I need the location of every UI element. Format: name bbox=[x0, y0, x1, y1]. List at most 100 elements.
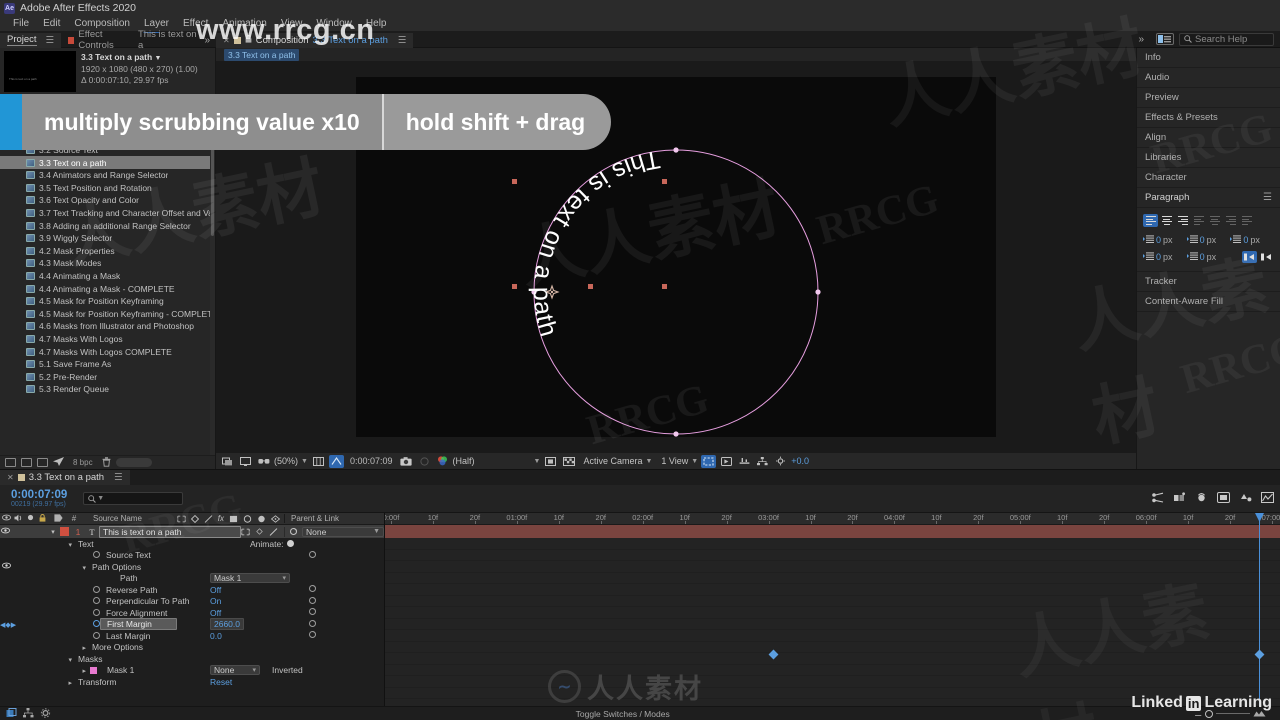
property-visibility-gutter[interactable]: ◀◆▶ bbox=[0, 620, 16, 629]
timeline-property-row[interactable]: ▾ Text Animate: bbox=[0, 538, 384, 550]
project-settings-icon[interactable] bbox=[37, 458, 48, 467]
layer-3d-icon[interactable] bbox=[241, 528, 250, 536]
timeline-track-row[interactable] bbox=[385, 619, 1280, 630]
timeline-track-row[interactable] bbox=[385, 665, 1280, 676]
project-comp-item[interactable]: 4.7 Masks With Logos COMPLETE bbox=[0, 345, 215, 358]
animate-menu-icon[interactable] bbox=[286, 540, 294, 548]
resolution-selector[interactable]: (Half) ▼ bbox=[453, 456, 541, 466]
property-value-cell[interactable]: 0.0 bbox=[210, 631, 222, 641]
project-comp-item[interactable]: 3.8 Adding an additional Range Selector bbox=[0, 219, 215, 232]
breadcrumb-comp[interactable]: 3.3 Text on a path bbox=[224, 48, 300, 61]
mask-color-swatch[interactable] bbox=[90, 666, 97, 674]
project-comp-item[interactable]: 3.7 Text Tracking and Character Offset a… bbox=[0, 207, 215, 220]
layer-quality-icon[interactable] bbox=[269, 527, 278, 536]
timeline-track-row[interactable] bbox=[385, 676, 1280, 688]
chevron-down-icon[interactable]: ▼ bbox=[301, 458, 308, 465]
timeline-track-row[interactable] bbox=[385, 607, 1280, 619]
timeline-property-row[interactable]: ▸ Transform Reset bbox=[0, 676, 384, 688]
menu-item-animation[interactable]: Animation bbox=[215, 16, 273, 31]
dock-panel-audio[interactable]: Audio bbox=[1137, 68, 1280, 88]
property-value-cell[interactable]: Reset bbox=[210, 677, 232, 687]
comp-mini-flowchart-icon[interactable] bbox=[1261, 491, 1274, 506]
view-layout-selector[interactable]: 1 View ▼ bbox=[661, 456, 698, 466]
parent-link-column[interactable]: Parent & Link bbox=[284, 514, 384, 523]
project-comp-item[interactable]: 4.7 Masks With Logos bbox=[0, 333, 215, 346]
close-icon[interactable]: ✕ bbox=[7, 473, 14, 482]
property-value[interactable]: Off bbox=[210, 585, 221, 595]
stopwatch-icon[interactable] bbox=[93, 608, 100, 616]
pixel-aspect-correction-icon[interactable] bbox=[701, 454, 717, 468]
timeline-property-row[interactable]: Perpendicular To Path On bbox=[0, 596, 384, 608]
tab-timeline-comp[interactable]: ✕ 3.3 Text on a path ☰ bbox=[0, 470, 130, 485]
menu-item-edit[interactable]: Edit bbox=[36, 16, 67, 31]
viewer-timecode[interactable]: 0:00:07:09 bbox=[347, 456, 396, 466]
project-comp-item[interactable]: 3.9 Wiggly Selector bbox=[0, 232, 215, 245]
timeline-property-row[interactable]: Source Text bbox=[0, 550, 384, 562]
magnification-selector[interactable]: (50%) ▼ bbox=[274, 456, 308, 466]
timeline-property-row[interactable]: Force Alignment Off bbox=[0, 607, 384, 619]
dock-panel-effects-presets[interactable]: Effects & Presets bbox=[1137, 108, 1280, 128]
project-comp-item[interactable]: 3.3 Text on a path bbox=[0, 156, 215, 169]
property-value-cell[interactable]: None ▾ Inverted bbox=[210, 665, 303, 676]
close-icon[interactable]: ✕ bbox=[223, 36, 230, 45]
mask-mode-dropdown[interactable]: None ▾ bbox=[210, 665, 260, 676]
frame-blending-icon[interactable] bbox=[1173, 491, 1186, 506]
workspace-layout-icon[interactable] bbox=[1156, 33, 1174, 45]
timeline-track-row[interactable] bbox=[385, 596, 1280, 607]
stopwatch-icon[interactable] bbox=[93, 597, 100, 605]
dock-panel-content-aware-fill[interactable]: Content-Aware Fill bbox=[1137, 292, 1280, 312]
chevron-down-icon[interactable]: ▼ bbox=[97, 495, 104, 502]
project-comp-item[interactable]: 4.4 Animating a Mask bbox=[0, 270, 215, 283]
project-comp-item[interactable]: 5.3 Render Queue bbox=[0, 383, 215, 396]
indent-value[interactable]: 0 bbox=[1200, 252, 1205, 262]
timeline-link-icon[interactable] bbox=[737, 455, 752, 468]
timeline-property-row[interactable]: Path Mask 1 ▾ bbox=[0, 573, 384, 585]
justify-last-left-icon[interactable] bbox=[1191, 214, 1206, 227]
project-comp-item[interactable]: 3.4 Animators and Range Selector bbox=[0, 169, 215, 182]
video-switch-icon[interactable] bbox=[0, 514, 12, 523]
property-pickwhip-icon[interactable] bbox=[308, 584, 317, 595]
timeline-track-row[interactable] bbox=[385, 653, 1280, 665]
timeline-property-row[interactable]: Last Margin 0.0 bbox=[0, 630, 384, 642]
panel-menu-icon[interactable]: ☰ bbox=[114, 472, 123, 483]
new-composition-icon[interactable] bbox=[5, 458, 16, 467]
timeline-property-row[interactable]: ▾ Masks bbox=[0, 653, 384, 665]
chevron-down-icon[interactable]: ▼ bbox=[155, 55, 162, 62]
layer-collapse-icon[interactable] bbox=[256, 528, 263, 535]
render-settings-icon[interactable] bbox=[40, 707, 51, 720]
interpret-footage-icon[interactable] bbox=[53, 457, 64, 468]
tab-composition[interactable]: ✕ Composition 3.3 Text on a path ☰ bbox=[216, 32, 414, 48]
always-preview-icon[interactable] bbox=[220, 455, 235, 468]
exposure-value[interactable]: +0.0 bbox=[791, 456, 809, 466]
dock-panel-preview[interactable]: Preview bbox=[1137, 88, 1280, 108]
tab-project[interactable]: Project ☰ bbox=[0, 32, 62, 48]
comp-flowchart-footer-icon[interactable] bbox=[23, 707, 34, 720]
path-dropdown[interactable]: Mask 1 ▾ bbox=[210, 573, 290, 584]
project-comp-item[interactable]: 4.6 Masks from Illustrator and Photoshop bbox=[0, 320, 215, 333]
dock-panel-tracker[interactable]: Tracker bbox=[1137, 272, 1280, 292]
property-pickwhip-icon[interactable] bbox=[308, 607, 317, 618]
lock-icon[interactable] bbox=[245, 34, 252, 46]
project-comp-item[interactable]: 4.5 Mask for Position Keyframing - COMPL… bbox=[0, 308, 215, 321]
justify-last-center-icon[interactable] bbox=[1207, 214, 1222, 227]
brainstorm-icon[interactable] bbox=[1239, 492, 1252, 506]
motion-blur-icon[interactable] bbox=[1195, 492, 1208, 506]
stopwatch-icon[interactable] bbox=[93, 631, 100, 639]
ltr-direction-icon[interactable] bbox=[1242, 251, 1257, 263]
layer-name-field[interactable]: This is text on a path bbox=[99, 525, 241, 538]
pickwhip-icon[interactable] bbox=[289, 527, 298, 536]
menu-item-file[interactable]: File bbox=[6, 16, 36, 31]
space-after-paragraph[interactable]: 0 px bbox=[1186, 251, 1231, 263]
bit-depth-label[interactable]: 8 bpc bbox=[69, 458, 97, 467]
property-pickwhip-icon[interactable] bbox=[308, 596, 317, 607]
property-value-cell[interactable]: Off bbox=[210, 585, 221, 595]
layer-video-toggle[interactable] bbox=[0, 527, 11, 536]
show-snapshot-icon[interactable] bbox=[417, 455, 432, 468]
panel-menu-icon[interactable]: ☰ bbox=[398, 35, 407, 46]
rtl-direction-icon[interactable] bbox=[1259, 251, 1274, 263]
tab-effect-controls[interactable]: Effect Controls This is text on a bbox=[61, 29, 204, 51]
dock-panel-info[interactable]: Info bbox=[1137, 48, 1280, 68]
project-comp-item[interactable]: 4.3 Mask Modes bbox=[0, 257, 215, 270]
timeline-layer-row[interactable]: ▾ 1 T This is text on a path None ▼ bbox=[0, 525, 384, 538]
fast-previews-icon[interactable] bbox=[719, 455, 734, 468]
